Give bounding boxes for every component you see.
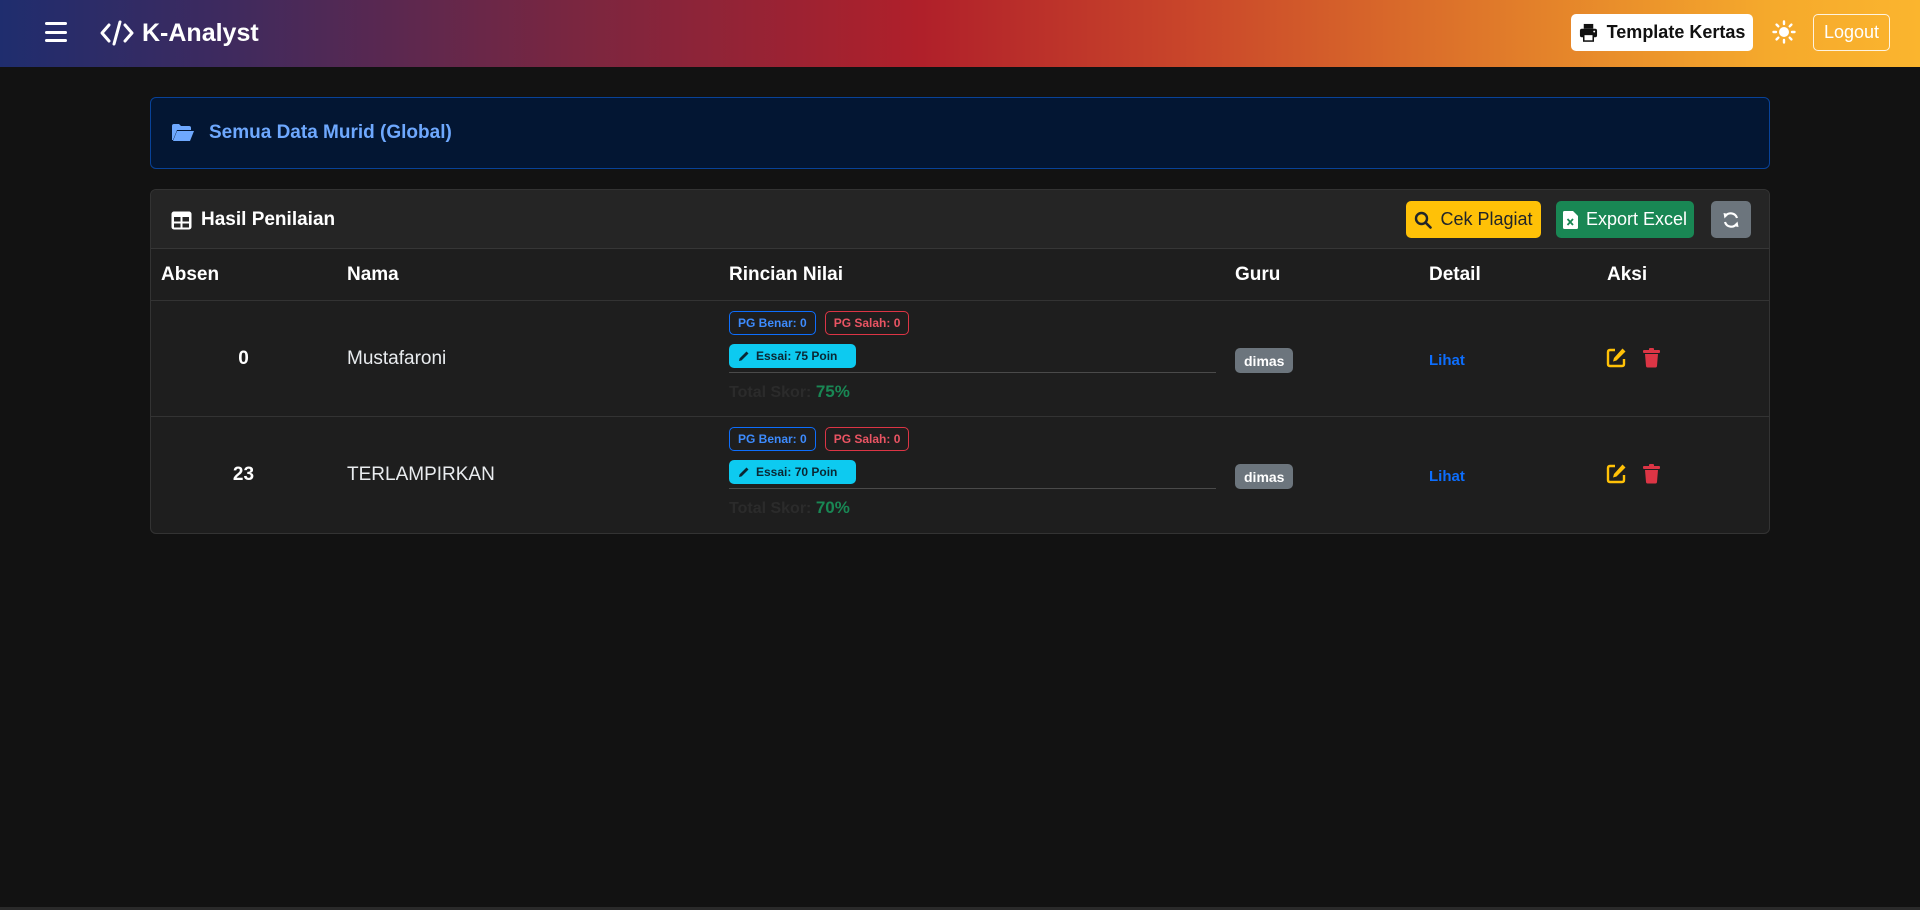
excel-file-icon [1562,210,1578,229]
trash-icon[interactable] [1641,347,1662,368]
trash-icon[interactable] [1641,463,1662,484]
column-header-rincian: Rincian Nilai [729,264,844,285]
divider [729,372,1216,373]
nama-cell: Mustafaroni [347,348,447,369]
code-icon [100,20,134,46]
aksi-cell [1606,463,1662,484]
total-skor-label: Total Skor: [729,384,812,401]
search-icon [1415,211,1433,229]
pen-icon [739,351,749,361]
brand-name: K-Analyst [142,18,259,47]
divider [729,488,1216,489]
printer-icon [1579,23,1597,42]
pg-salah-badge: PG Salah: 0 [824,427,910,451]
table-row: 0 Mustafaroni PG Benar: 0 PG Salah: 0 Es… [151,301,1769,417]
sun-icon[interactable] [1772,20,1796,44]
guru-badge: dimas [1235,464,1294,489]
essai-label: Essai: 70 Poin [756,465,838,479]
table-row: 23 TERLAMPIRKAN PG Benar: 0 PG Salah: 0 … [151,417,1769,533]
export-excel-label: Export Excel [1585,209,1688,229]
table-icon [171,211,192,229]
absen-cell: 23 [232,464,255,485]
global-data-banner: Semua Data Murid (Global) [150,97,1770,169]
edit-icon[interactable] [1606,347,1627,368]
rincian-cell: PG Benar: 0 PG Salah: 0 Essai: 75 Poin T… [729,311,1216,402]
pg-benar-badge: PG Benar: 0 [729,311,816,335]
banner-title: Semua Data Murid (Global) [209,122,452,143]
total-skor: Total Skor: 70% [729,498,1216,518]
total-skor: Total Skor: 75% [729,382,1216,402]
column-header-absen: Absen [161,264,220,285]
results-card: Hasil Penilaian Cek Plagiat Export Excel [150,189,1770,534]
hamburger-menu-icon[interactable] [45,22,67,42]
aksi-cell [1606,347,1662,368]
column-header-guru: Guru [1235,264,1281,285]
folder-open-icon [172,124,194,141]
lihat-link[interactable]: Lihat [1429,468,1465,485]
card-title: Hasil Penilaian [171,209,335,231]
template-kertas-button[interactable]: Template Kertas [1571,14,1753,51]
nama-cell: TERLAMPIRKAN [347,464,495,485]
template-kertas-label: Template Kertas [1606,22,1746,42]
column-header-detail: Detail [1429,264,1481,285]
pg-benar-badge: PG Benar: 0 [729,427,816,451]
table-header: Absen Nama Rincian Nilai Guru Detail Aks… [151,249,1769,301]
total-skor-label: Total Skor: [729,500,812,517]
essai-label: Essai: 75 Poin [756,349,838,363]
export-excel-button[interactable]: Export Excel [1556,201,1694,238]
logout-button[interactable]: Logout [1813,14,1890,51]
card-title-text: Hasil Penilaian [201,209,336,230]
total-skor-value: 70% [815,498,850,517]
lihat-link[interactable]: Lihat [1429,352,1465,369]
refresh-button[interactable] [1711,201,1751,238]
absen-cell: 0 [238,348,249,369]
cek-plagiat-button[interactable]: Cek Plagiat [1406,201,1541,238]
edit-icon[interactable] [1606,463,1627,484]
card-header: Hasil Penilaian Cek Plagiat Export Excel [151,190,1769,249]
top-navbar: K-Analyst Template Kertas Logout [0,0,1920,67]
rincian-cell: PG Benar: 0 PG Salah: 0 Essai: 70 Poin T… [729,427,1216,518]
refresh-icon [1723,211,1739,228]
column-header-aksi: Aksi [1607,264,1648,285]
brand[interactable]: K-Analyst [100,16,259,50]
guru-badge: dimas [1235,348,1294,373]
pg-salah-badge: PG Salah: 0 [824,311,910,335]
essai-badge: Essai: 75 Poin [729,344,856,368]
essai-badge: Essai: 70 Poin [729,460,856,484]
total-skor-value: 75% [815,382,850,401]
pen-icon [739,467,749,477]
column-header-nama: Nama [347,264,399,285]
cek-plagiat-label: Cek Plagiat [1440,209,1533,229]
